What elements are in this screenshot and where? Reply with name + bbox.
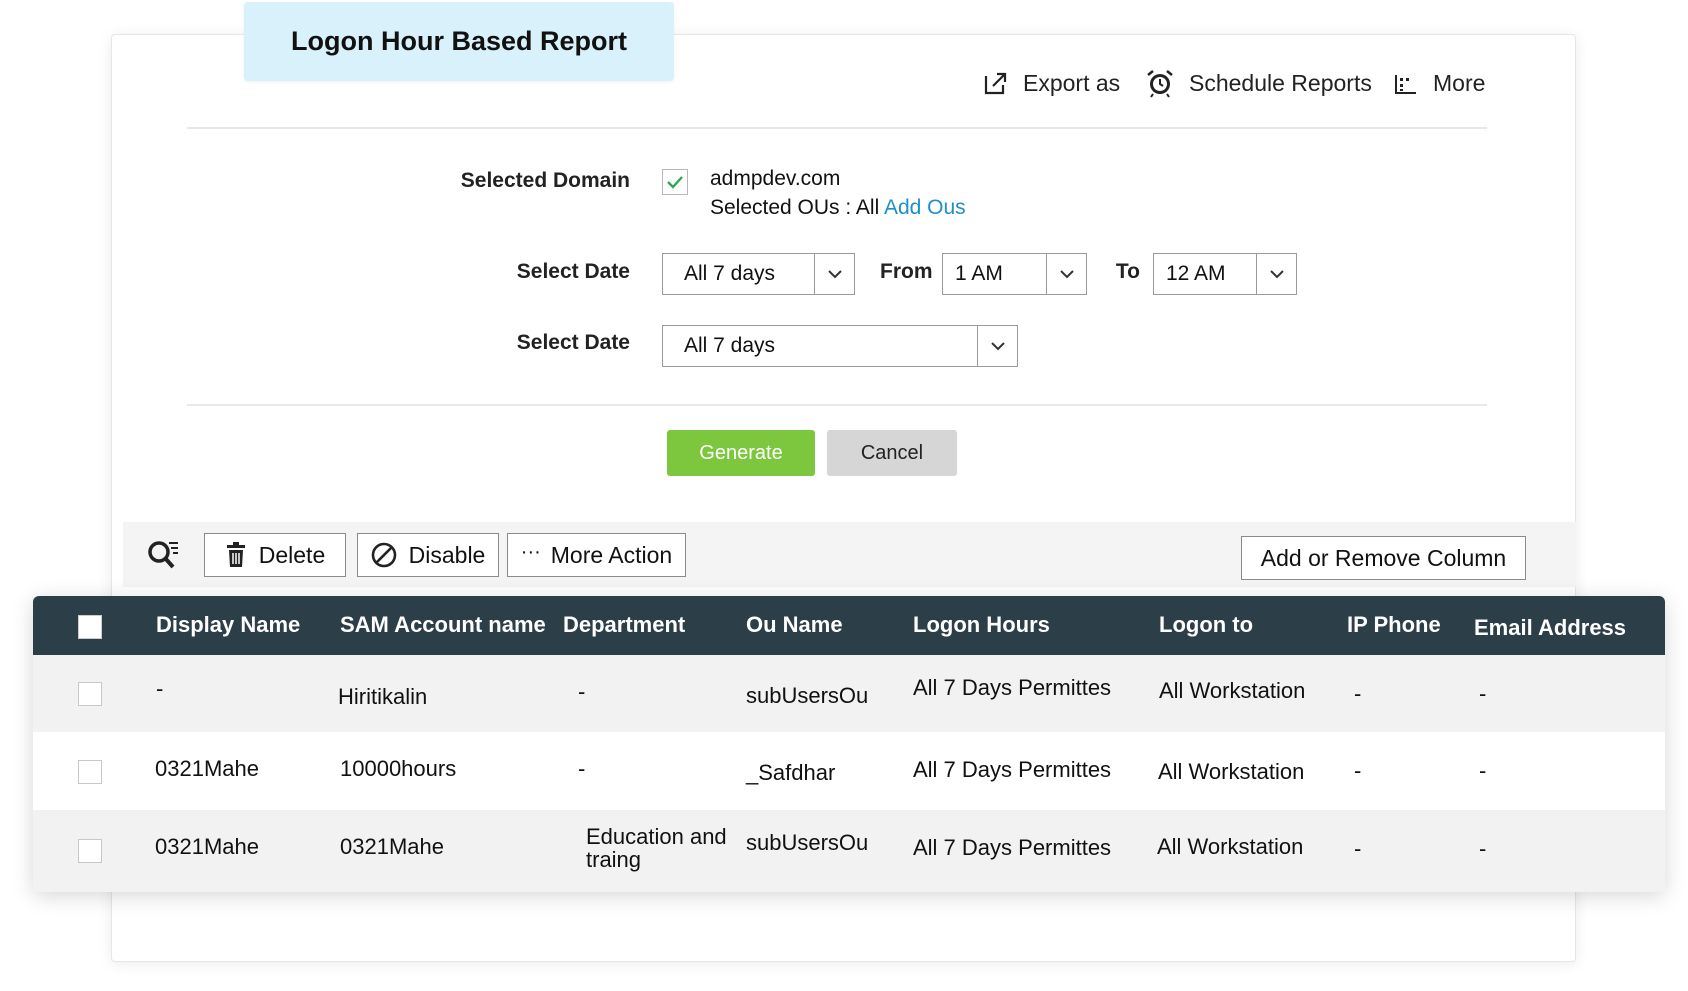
cell-ip-phone: - bbox=[1354, 758, 1362, 783]
add-remove-column-button[interactable]: Add or Remove Column bbox=[1241, 536, 1526, 580]
cell-email: - bbox=[1479, 681, 1487, 706]
chevron-down-icon bbox=[814, 254, 854, 294]
cell-department: - bbox=[578, 756, 586, 781]
cell-ip-phone: - bbox=[1354, 681, 1362, 706]
selected-ous: Selected OUs : All Add Ous bbox=[710, 196, 966, 220]
cell-sam-account: 10000hours bbox=[340, 756, 457, 781]
delete-button[interactable]: Delete bbox=[204, 533, 346, 577]
more-dots-icon bbox=[1395, 75, 1416, 94]
export-icon bbox=[984, 72, 1007, 95]
report-title: Logon Hour Based Report bbox=[244, 2, 674, 81]
to-time-select[interactable]: 12 AM bbox=[1153, 253, 1297, 295]
generate-button[interactable]: Generate bbox=[667, 430, 815, 476]
select-all-checkbox[interactable] bbox=[78, 615, 102, 639]
more-button[interactable]: More bbox=[1393, 66, 1485, 100]
cell-sam-account: 0321Mahe bbox=[340, 834, 444, 859]
table-row[interactable]: 0321Mahe 10000hours - _Safdhar All 7 Day… bbox=[33, 732, 1665, 810]
from-time-value: 1 AM bbox=[955, 262, 1003, 285]
column-header-logon-hours[interactable]: Logon Hours bbox=[913, 612, 1050, 638]
disable-button[interactable]: Disable bbox=[357, 533, 499, 577]
date-select-2[interactable]: All 7 days bbox=[662, 325, 1018, 367]
column-header-display-name[interactable]: Display Name bbox=[156, 612, 300, 638]
disable-icon bbox=[371, 542, 396, 568]
cell-ip-phone: - bbox=[1354, 836, 1362, 861]
column-header-logon-to[interactable]: Logon to bbox=[1159, 612, 1253, 638]
date-select-value: All 7 days bbox=[684, 262, 776, 285]
cell-logon-to: All Workstation bbox=[1159, 678, 1306, 703]
table-row[interactable]: - Hiritikalin - subUsersOu All 7 Days Pe… bbox=[33, 655, 1665, 732]
chevron-down-icon bbox=[1046, 254, 1086, 294]
check-icon bbox=[667, 176, 683, 189]
ellipsis-icon: ··· bbox=[520, 540, 541, 563]
selected-ous-text: Selected OUs : All bbox=[710, 196, 880, 219]
to-time-value: 12 AM bbox=[1166, 262, 1226, 285]
disable-label: Disable bbox=[408, 541, 486, 568]
add-ous-link[interactable]: Add Ous bbox=[884, 196, 966, 219]
alarm-clock-icon bbox=[1147, 70, 1173, 98]
from-label: From bbox=[880, 260, 933, 283]
domain-value: admpdev.com bbox=[710, 167, 841, 190]
cell-email: - bbox=[1479, 836, 1487, 861]
select-date-label: Select Date bbox=[516, 260, 630, 283]
search-filter-icon bbox=[148, 541, 178, 569]
date-select[interactable]: All 7 days bbox=[662, 253, 855, 295]
table-row[interactable]: 0321Mahe 0321Mahe Education and traing s… bbox=[33, 810, 1665, 892]
domain-checkbox[interactable] bbox=[662, 169, 688, 195]
cell-email: - bbox=[1479, 758, 1487, 783]
more-label: More bbox=[1433, 69, 1486, 96]
cell-logon-hours: All 7 Days Permittes bbox=[913, 675, 1112, 700]
divider bbox=[187, 404, 1487, 406]
to-label: To bbox=[1115, 260, 1140, 283]
table-header: Display Name SAM Account name Department… bbox=[33, 596, 1665, 655]
cell-display-name: 0321Mahe bbox=[155, 834, 259, 859]
more-action-label: More Action bbox=[550, 541, 673, 568]
column-header-email[interactable]: Email Address bbox=[1474, 615, 1626, 641]
more-action-button[interactable]: ··· More Action bbox=[507, 533, 686, 577]
column-header-department[interactable]: Department bbox=[563, 612, 685, 638]
export-label: Export as bbox=[1023, 69, 1121, 96]
row-checkbox[interactable] bbox=[78, 760, 102, 784]
date-select-2-value: All 7 days bbox=[684, 334, 776, 357]
export-button[interactable]: Export as bbox=[983, 66, 1120, 100]
cell-logon-to: All Workstation bbox=[1157, 834, 1304, 859]
cell-department: Education and traing bbox=[586, 824, 727, 872]
column-header-ou-name[interactable]: Ou Name bbox=[746, 612, 843, 638]
schedule-reports-button[interactable]: Schedule Reports bbox=[1145, 66, 1372, 100]
cell-logon-to: All Workstation bbox=[1158, 759, 1305, 784]
cell-display-name: 0321Mahe bbox=[155, 756, 259, 781]
users-table: Display Name SAM Account name Department… bbox=[33, 596, 1665, 892]
cell-ou-name: _Safdhar bbox=[746, 760, 836, 785]
chevron-down-icon bbox=[1256, 254, 1296, 294]
select-date-label-2: Select Date bbox=[516, 331, 630, 354]
cell-sam-account: Hiritikalin bbox=[338, 684, 428, 709]
cell-ou-name: subUsersOu bbox=[746, 830, 869, 855]
row-checkbox[interactable] bbox=[78, 839, 102, 863]
trash-icon bbox=[226, 542, 245, 567]
cell-ou-name: subUsersOu bbox=[746, 683, 869, 708]
delete-label: Delete bbox=[258, 541, 326, 568]
add-remove-column-label: Add or Remove Column bbox=[1260, 544, 1507, 571]
column-header-ip-phone[interactable]: IP Phone bbox=[1347, 612, 1441, 638]
divider bbox=[187, 127, 1487, 129]
cell-logon-hours: All 7 Days Permittes bbox=[913, 757, 1112, 782]
search-filter-button[interactable] bbox=[146, 537, 182, 578]
row-checkbox[interactable] bbox=[78, 682, 102, 706]
cancel-button[interactable]: Cancel bbox=[827, 430, 957, 476]
cell-logon-hours: All 7 Days Permittes bbox=[913, 835, 1112, 860]
selected-domain-label: Selected Domain bbox=[460, 169, 630, 192]
schedule-reports-label: Schedule Reports bbox=[1189, 69, 1372, 96]
cell-display-name: - bbox=[156, 676, 164, 701]
from-time-select[interactable]: 1 AM bbox=[942, 253, 1087, 295]
chevron-down-icon bbox=[977, 326, 1017, 366]
cell-department: - bbox=[578, 679, 586, 704]
column-header-sam-account[interactable]: SAM Account name bbox=[340, 612, 546, 638]
